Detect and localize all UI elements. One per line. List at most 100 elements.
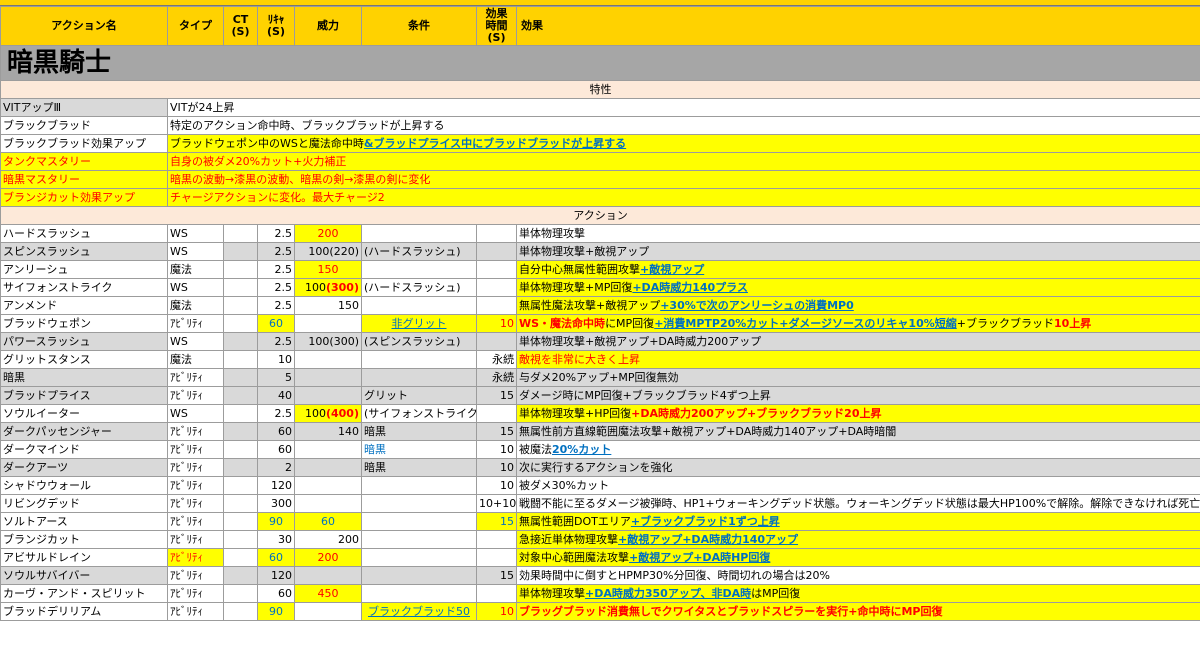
action-ct[interactable] <box>223 296 258 315</box>
action-effect[interactable]: 自分中心無属性範囲攻撃+敵視アップ <box>516 260 1200 279</box>
action-duration[interactable]: 10 <box>476 476 517 495</box>
action-power[interactable]: 450 <box>294 584 362 603</box>
action-effect[interactable]: 単体物理攻撃+MP回復+DA時威力140プラス <box>516 278 1200 297</box>
action-recast[interactable]: 2.5 <box>257 296 295 315</box>
action-condition[interactable]: 暗黒 <box>361 422 477 441</box>
action-type[interactable]: ｱﾋﾞﾘﾃｨ <box>167 566 224 585</box>
action-name[interactable]: カーヴ・アンド・スピリット <box>0 584 168 603</box>
action-ct[interactable] <box>223 224 258 243</box>
action-ct[interactable] <box>223 566 258 585</box>
action-effect[interactable]: 単体物理攻撃+DA時威力350アップ、非DA時はMP回復 <box>516 584 1200 603</box>
action-condition[interactable]: 暗黒 <box>361 440 477 459</box>
action-power[interactable] <box>294 602 362 621</box>
col-header-recast[interactable]: ﾘｷｬ (S) <box>257 6 295 46</box>
action-condition[interactable] <box>361 494 477 513</box>
action-type[interactable]: ｱﾋﾞﾘﾃｨ <box>167 602 224 621</box>
action-name[interactable]: ブラッドウェポン <box>0 314 168 333</box>
action-condition[interactable] <box>361 530 477 549</box>
action-duration[interactable] <box>476 224 517 243</box>
action-name[interactable]: スピンスラッシュ <box>0 242 168 261</box>
action-duration[interactable] <box>476 530 517 549</box>
action-effect[interactable]: 無属性魔法攻撃+敵視アップ+30%で次のアンリーシュの消費MP0 <box>516 296 1200 315</box>
action-condition[interactable] <box>361 476 477 495</box>
trait-effect[interactable]: 暗黒の波動→漆黒の波動、暗黒の剣→漆黒の剣に変化 <box>167 170 1200 189</box>
action-power[interactable] <box>294 314 362 333</box>
action-power[interactable]: 150 <box>294 260 362 279</box>
action-name[interactable]: ハードスラッシュ <box>0 224 168 243</box>
action-power[interactable]: 100(400) <box>294 404 362 423</box>
action-recast[interactable]: 2.5 <box>257 278 295 297</box>
action-condition[interactable]: グリット <box>361 386 477 405</box>
action-recast[interactable]: 60 <box>257 314 295 333</box>
job-title[interactable]: 暗黒騎士 <box>0 45 1200 81</box>
action-effect[interactable]: 無属性範囲DOTエリア+ブラックブラッド1ずつ上昇 <box>516 512 1200 531</box>
action-name[interactable]: ダークマインド <box>0 440 168 459</box>
action-condition[interactable]: (サイフォンストライク) <box>361 404 477 423</box>
action-type[interactable]: ｱﾋﾞﾘﾃｨ <box>167 530 224 549</box>
action-type[interactable]: 魔法 <box>167 296 224 315</box>
action-type[interactable]: ｱﾋﾞﾘﾃｨ <box>167 314 224 333</box>
trait-effect[interactable]: 特定のアクション命中時、ブラックブラッドが上昇する <box>167 116 1200 135</box>
action-condition[interactable] <box>361 350 477 369</box>
action-name[interactable]: サイフォンストライク <box>0 278 168 297</box>
action-condition[interactable]: (ハードスラッシュ) <box>361 278 477 297</box>
action-recast[interactable]: 30 <box>257 530 295 549</box>
action-condition[interactable] <box>361 548 477 567</box>
action-power[interactable] <box>294 476 362 495</box>
action-ct[interactable] <box>223 368 258 387</box>
action-duration[interactable] <box>476 548 517 567</box>
action-name[interactable]: ブラッドデリリアム <box>0 602 168 621</box>
action-ct[interactable] <box>223 476 258 495</box>
action-name[interactable]: ダークパッセンジャー <box>0 422 168 441</box>
action-recast[interactable]: 90 <box>257 512 295 531</box>
action-name[interactable]: シャドウウォール <box>0 476 168 495</box>
action-duration[interactable]: 10 <box>476 440 517 459</box>
action-type[interactable]: ｱﾋﾞﾘﾃｨ <box>167 368 224 387</box>
action-power[interactable]: 100(220) <box>294 242 362 261</box>
action-recast[interactable]: 2.5 <box>257 404 295 423</box>
action-duration[interactable] <box>476 584 517 603</box>
action-recast[interactable]: 120 <box>257 476 295 495</box>
action-recast[interactable]: 60 <box>257 422 295 441</box>
action-recast[interactable]: 90 <box>257 602 295 621</box>
action-ct[interactable] <box>223 548 258 567</box>
action-condition[interactable] <box>361 566 477 585</box>
action-condition[interactable]: ブラックブラッド50 <box>361 602 477 621</box>
action-type[interactable]: ｱﾋﾞﾘﾃｨ <box>167 512 224 531</box>
action-ct[interactable] <box>223 530 258 549</box>
action-duration[interactable] <box>476 278 517 297</box>
action-type[interactable]: ｱﾋﾞﾘﾃｨ <box>167 548 224 567</box>
action-name[interactable]: ソウルサバイバー <box>0 566 168 585</box>
action-power[interactable]: 60 <box>294 512 362 531</box>
action-duration[interactable]: 永続 <box>476 368 517 387</box>
action-ct[interactable] <box>223 440 258 459</box>
action-name[interactable]: リビングデッド <box>0 494 168 513</box>
action-condition[interactable] <box>361 584 477 603</box>
action-duration[interactable]: 永続 <box>476 350 517 369</box>
section-traits[interactable]: 特性 <box>0 80 1200 99</box>
action-ct[interactable] <box>223 350 258 369</box>
action-ct[interactable] <box>223 242 258 261</box>
action-ct[interactable] <box>223 386 258 405</box>
action-recast[interactable]: 300 <box>257 494 295 513</box>
action-recast[interactable]: 2.5 <box>257 332 295 351</box>
action-duration[interactable] <box>476 332 517 351</box>
action-type[interactable]: WS <box>167 332 224 351</box>
action-effect[interactable]: 単体物理攻撃 <box>516 224 1200 243</box>
action-duration[interactable]: 10 <box>476 458 517 477</box>
action-condition[interactable]: (スピンスラッシュ) <box>361 332 477 351</box>
trait-name[interactable]: VITアップⅢ <box>0 98 168 117</box>
action-duration[interactable] <box>476 242 517 261</box>
action-type[interactable]: WS <box>167 242 224 261</box>
col-header-condition[interactable]: 条件 <box>361 6 477 46</box>
action-effect[interactable]: 次に実行するアクションを強化 <box>516 458 1200 477</box>
action-effect[interactable]: 無属性前方直線範囲魔法攻撃+敵視アップ+DA時威力140アップ+DA時暗闇 <box>516 422 1200 441</box>
action-power[interactable] <box>294 440 362 459</box>
action-recast[interactable]: 10 <box>257 350 295 369</box>
action-recast[interactable]: 5 <box>257 368 295 387</box>
trait-name[interactable]: 暗黒マスタリー <box>0 170 168 189</box>
action-effect[interactable]: 急接近単体物理攻撃+敵視アップ+DA時威力140アップ <box>516 530 1200 549</box>
action-power[interactable] <box>294 494 362 513</box>
action-type[interactable]: WS <box>167 224 224 243</box>
action-name[interactable]: ブランジカット <box>0 530 168 549</box>
